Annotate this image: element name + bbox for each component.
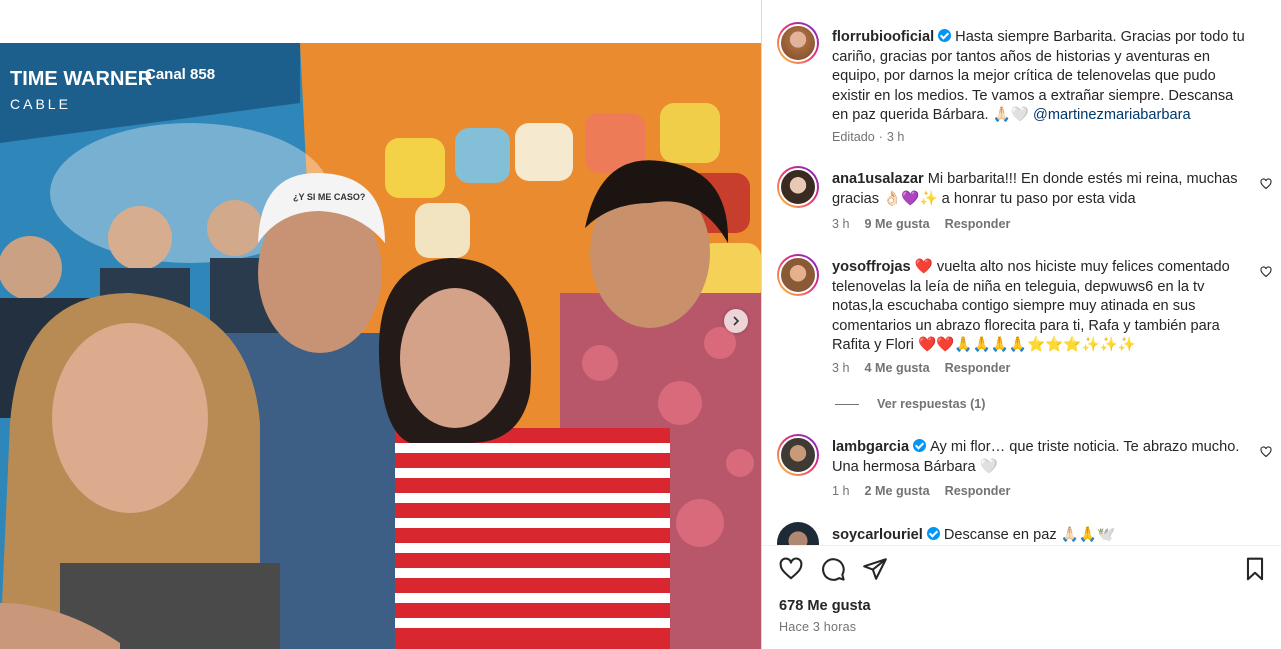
comment-username[interactable]: lambgarcia bbox=[832, 439, 909, 455]
post-timestamp[interactable]: Hace 3 horas bbox=[779, 620, 856, 634]
comment-text-block: yosoffrojas ❤️ vuelta alto nos hiciste mu… bbox=[832, 258, 1247, 356]
comment-text-block: soycarlouriel Descanse en paz 🙏🏻🙏🕊️ bbox=[832, 526, 1247, 545]
comment-meta: 1 h 2 Me gusta Responder bbox=[832, 484, 1025, 498]
caption-time[interactable]: 3 h bbox=[887, 130, 905, 144]
commenter-avatar[interactable] bbox=[777, 522, 819, 545]
photo-sign-sub: CABLE bbox=[10, 96, 71, 112]
caption-text-block: florrubiooficial Hasta siempre Barbarita.… bbox=[832, 28, 1247, 126]
comment-like-heart-icon[interactable] bbox=[1260, 446, 1272, 458]
author-username[interactable]: florrubiooficial bbox=[832, 29, 934, 45]
comment-time[interactable]: 3 h bbox=[832, 361, 850, 375]
post-media-area: TIME WARNER CABLE Canal 858 ¿Y SI ME CAS… bbox=[0, 0, 761, 649]
commenter-avatar[interactable] bbox=[777, 254, 819, 296]
comment-like-heart-icon[interactable] bbox=[1260, 266, 1272, 278]
comment-meta: 3 h 9 Me gusta Responder bbox=[832, 217, 1025, 231]
comment-time[interactable]: 3 h bbox=[832, 217, 850, 231]
comment-time[interactable]: 1 h bbox=[832, 484, 850, 498]
edited-label: Editado bbox=[832, 130, 875, 144]
photo-cap-text: ¿Y SI ME CASO? bbox=[293, 192, 365, 202]
comment-likes[interactable]: 4 Me gusta bbox=[865, 361, 930, 375]
view-replies-label: Ver respuestas (1) bbox=[877, 397, 986, 411]
caption-mention-link[interactable]: @martinezmariabarbara bbox=[1033, 107, 1191, 123]
comment-username[interactable]: yosoffrojas bbox=[832, 259, 911, 275]
replies-divider bbox=[835, 403, 859, 405]
chevron-right-icon bbox=[733, 316, 740, 326]
verified-badge-icon bbox=[913, 439, 927, 452]
comment-text-block: lambgarcia Ay mi flor… que triste noticia… bbox=[832, 438, 1247, 477]
post-likes-count[interactable]: 678 Me gusta bbox=[779, 598, 871, 614]
comment-like-heart-icon[interactable] bbox=[1260, 178, 1272, 190]
post-photo[interactable]: TIME WARNER CABLE Canal 858 ¿Y SI ME CAS… bbox=[0, 43, 761, 649]
comments-list[interactable]: florrubiooficial Hasta siempre Barbarita.… bbox=[762, 0, 1281, 545]
heart-icon[interactable] bbox=[778, 556, 804, 582]
reply-button[interactable]: Responder bbox=[945, 484, 1011, 498]
comment-username[interactable]: soycarlouriel bbox=[832, 527, 923, 543]
reply-button[interactable]: Responder bbox=[945, 217, 1011, 231]
comment-meta: 3 h 4 Me gusta Responder bbox=[832, 361, 1025, 375]
bookmark-icon[interactable] bbox=[1242, 556, 1268, 582]
photo-sign-brand: TIME WARNER bbox=[10, 68, 153, 90]
photo-illustration: TIME WARNER CABLE Canal 858 ¿Y SI ME CAS… bbox=[0, 43, 761, 649]
caption-meta: Editado · 3 h bbox=[832, 130, 905, 144]
next-photo-button[interactable] bbox=[724, 309, 748, 333]
post-actions-bar: 678 Me gusta Hace 3 horas bbox=[762, 545, 1281, 649]
comment-likes[interactable]: 9 Me gusta bbox=[865, 217, 930, 231]
commenter-avatar[interactable] bbox=[777, 166, 819, 208]
reply-button[interactable]: Responder bbox=[945, 361, 1011, 375]
commenter-avatar[interactable] bbox=[777, 434, 819, 476]
paper-plane-icon[interactable] bbox=[862, 556, 888, 582]
comment-username[interactable]: ana1usalazar bbox=[832, 171, 924, 187]
verified-badge-icon bbox=[938, 29, 952, 42]
author-avatar[interactable] bbox=[777, 22, 819, 64]
comment-icon[interactable] bbox=[820, 556, 846, 582]
comments-panel: florrubiooficial Hasta siempre Barbarita.… bbox=[761, 0, 1281, 649]
verified-badge-icon bbox=[926, 527, 940, 540]
comment-text: Descanse en paz 🙏🏻🙏🕊️ bbox=[943, 527, 1116, 543]
comment-likes[interactable]: 2 Me gusta bbox=[865, 484, 930, 498]
view-replies-button[interactable]: Ver respuestas (1) bbox=[835, 397, 986, 411]
comment-text-block: ana1usalazar Mi barbarita!!! En donde est… bbox=[832, 170, 1247, 209]
photo-sign-channel: Canal 858 bbox=[145, 66, 215, 83]
